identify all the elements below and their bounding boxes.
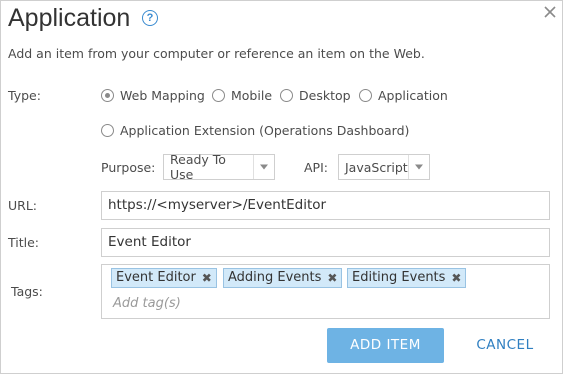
radio-label: Application bbox=[378, 88, 448, 103]
tag-chip: Event Editor ✖ bbox=[111, 268, 217, 288]
radio-application[interactable]: Application bbox=[359, 88, 448, 103]
tags-input[interactable]: Event Editor ✖ Adding Events ✖ Editing E… bbox=[101, 264, 550, 319]
tag-chip: Editing Events ✖ bbox=[347, 268, 467, 288]
type-label: Type: bbox=[8, 88, 41, 103]
radio-label: Desktop bbox=[299, 88, 351, 103]
tags-label: Tags: bbox=[11, 284, 43, 299]
close-icon[interactable] bbox=[541, 3, 559, 21]
radio-desktop[interactable]: Desktop bbox=[280, 88, 351, 103]
tag-label: Event Editor bbox=[116, 270, 196, 285]
radio-web-mapping[interactable]: Web Mapping bbox=[101, 88, 205, 103]
tag-label: Editing Events bbox=[352, 270, 446, 285]
radio-mobile[interactable]: Mobile bbox=[212, 88, 272, 103]
radio-button-icon bbox=[101, 124, 114, 137]
dialog-title: Application bbox=[8, 4, 131, 32]
api-label: API: bbox=[304, 160, 328, 175]
api-value: JavaScript bbox=[345, 159, 408, 175]
add-item-button[interactable]: ADD ITEM bbox=[327, 328, 444, 363]
purpose-label: Purpose: bbox=[101, 160, 156, 175]
dialog-description: Add an item from your computer or refere… bbox=[8, 46, 425, 61]
purpose-select[interactable]: Ready To Use bbox=[163, 152, 275, 182]
purpose-value: Ready To Use bbox=[170, 152, 226, 182]
chevron-down-icon bbox=[408, 155, 429, 179]
title-input[interactable]: Event Editor bbox=[101, 228, 550, 257]
add-item-dialog: Application ? Add an item from your comp… bbox=[0, 0, 563, 374]
help-icon[interactable]: ? bbox=[142, 10, 158, 26]
radio-button-icon bbox=[280, 89, 293, 102]
url-input[interactable]: https://<myserver>/EventEditor bbox=[101, 191, 550, 220]
radio-label: Web Mapping bbox=[120, 88, 205, 103]
radio-button-icon bbox=[359, 89, 372, 102]
radio-button-checked-icon bbox=[101, 89, 114, 102]
radio-label: Mobile bbox=[231, 88, 273, 103]
tag-label: Adding Events bbox=[228, 270, 322, 285]
remove-tag-icon[interactable]: ✖ bbox=[451, 269, 461, 287]
tag-chip: Adding Events ✖ bbox=[223, 268, 343, 288]
chevron-down-icon bbox=[253, 155, 274, 179]
radio-button-icon bbox=[212, 89, 225, 102]
title-label: Title: bbox=[8, 235, 39, 250]
radio-label: Application Extension (Operations Dashbo… bbox=[120, 123, 410, 138]
remove-tag-icon[interactable]: ✖ bbox=[327, 269, 337, 287]
api-select[interactable]: JavaScript bbox=[338, 154, 430, 180]
url-label: URL: bbox=[8, 198, 38, 213]
tags-placeholder: Add tag(s) bbox=[113, 296, 181, 311]
radio-application-extension[interactable]: Application Extension (Operations Dashbo… bbox=[101, 123, 409, 138]
cancel-button[interactable]: CANCEL bbox=[463, 328, 547, 363]
remove-tag-icon[interactable]: ✖ bbox=[202, 269, 212, 287]
